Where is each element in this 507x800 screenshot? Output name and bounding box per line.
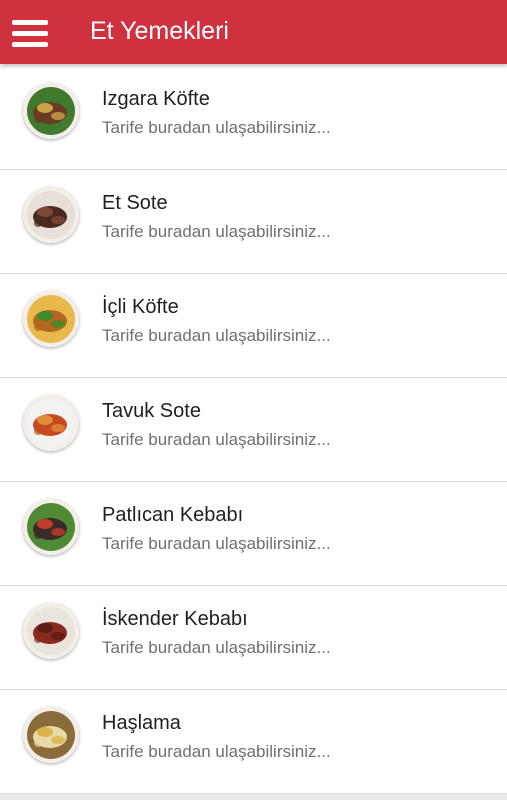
recipe-thumbnail bbox=[23, 291, 79, 347]
recipe-item-et-sote[interactable]: Et Sote Tarife buradan ulaşabilirsiniz..… bbox=[0, 170, 507, 274]
recipe-list: Izgara Köfte Tarife buradan ulaşabilirsi… bbox=[0, 66, 507, 794]
recipe-item-icli-kofte[interactable]: İçli Köfte Tarife buradan ulaşabilirsini… bbox=[0, 274, 507, 378]
recipe-name: Haşlama bbox=[102, 712, 181, 734]
list-bottom-edge bbox=[0, 794, 507, 800]
recipe-name: İçli Köfte bbox=[102, 296, 179, 318]
recipe-item-haslama[interactable]: Haşlama Tarife buradan ulaşabilirsiniz..… bbox=[0, 690, 507, 794]
recipe-subtitle: Tarife buradan ulaşabilirsiniz... bbox=[102, 118, 331, 137]
menu-bar-middle bbox=[12, 31, 48, 36]
recipe-name: Tavuk Sote bbox=[102, 400, 201, 422]
recipe-name: Et Sote bbox=[102, 192, 168, 214]
food-image-icon bbox=[23, 603, 79, 659]
recipe-subtitle: Tarife buradan ulaşabilirsiniz... bbox=[102, 326, 331, 345]
recipe-item-patlican-kebabi[interactable]: Patlıcan Kebabı Tarife buradan ulaşabili… bbox=[0, 482, 507, 586]
recipe-subtitle: Tarife buradan ulaşabilirsiniz... bbox=[102, 638, 331, 657]
food-image-icon bbox=[23, 291, 79, 347]
food-image-icon bbox=[23, 707, 79, 763]
page-title: Et Yemekleri bbox=[90, 17, 229, 45]
recipe-thumbnail bbox=[23, 603, 79, 659]
food-image-icon bbox=[23, 395, 79, 451]
food-image-icon bbox=[23, 499, 79, 555]
menu-bar-bottom bbox=[12, 42, 48, 47]
recipe-name: Izgara Köfte bbox=[102, 88, 210, 110]
recipe-subtitle: Tarife buradan ulaşabilirsiniz... bbox=[102, 222, 331, 241]
food-image-icon bbox=[23, 83, 79, 139]
recipe-item-tavuk-sote[interactable]: Tavuk Sote Tarife buradan ulaşabilirsini… bbox=[0, 378, 507, 482]
food-image-icon bbox=[23, 187, 79, 243]
recipe-subtitle: Tarife buradan ulaşabilirsiniz... bbox=[102, 534, 331, 553]
app-bar: Et Yemekleri bbox=[0, 0, 507, 64]
hamburger-menu-icon[interactable] bbox=[12, 20, 48, 48]
recipe-name: Patlıcan Kebabı bbox=[102, 504, 244, 526]
recipe-thumbnail bbox=[23, 187, 79, 243]
recipe-thumbnail bbox=[23, 707, 79, 763]
recipe-item-iskender-kebabi[interactable]: İskender Kebabı Tarife buradan ulaşabili… bbox=[0, 586, 507, 690]
recipe-item-izgara-kofte[interactable]: Izgara Köfte Tarife buradan ulaşabilirsi… bbox=[0, 66, 507, 170]
recipe-name: İskender Kebabı bbox=[102, 608, 248, 630]
recipe-thumbnail bbox=[23, 395, 79, 451]
recipe-thumbnail bbox=[23, 83, 79, 139]
recipe-subtitle: Tarife buradan ulaşabilirsiniz... bbox=[102, 742, 331, 761]
recipe-subtitle: Tarife buradan ulaşabilirsiniz... bbox=[102, 430, 331, 449]
menu-bar-top bbox=[12, 20, 48, 25]
recipe-thumbnail bbox=[23, 499, 79, 555]
